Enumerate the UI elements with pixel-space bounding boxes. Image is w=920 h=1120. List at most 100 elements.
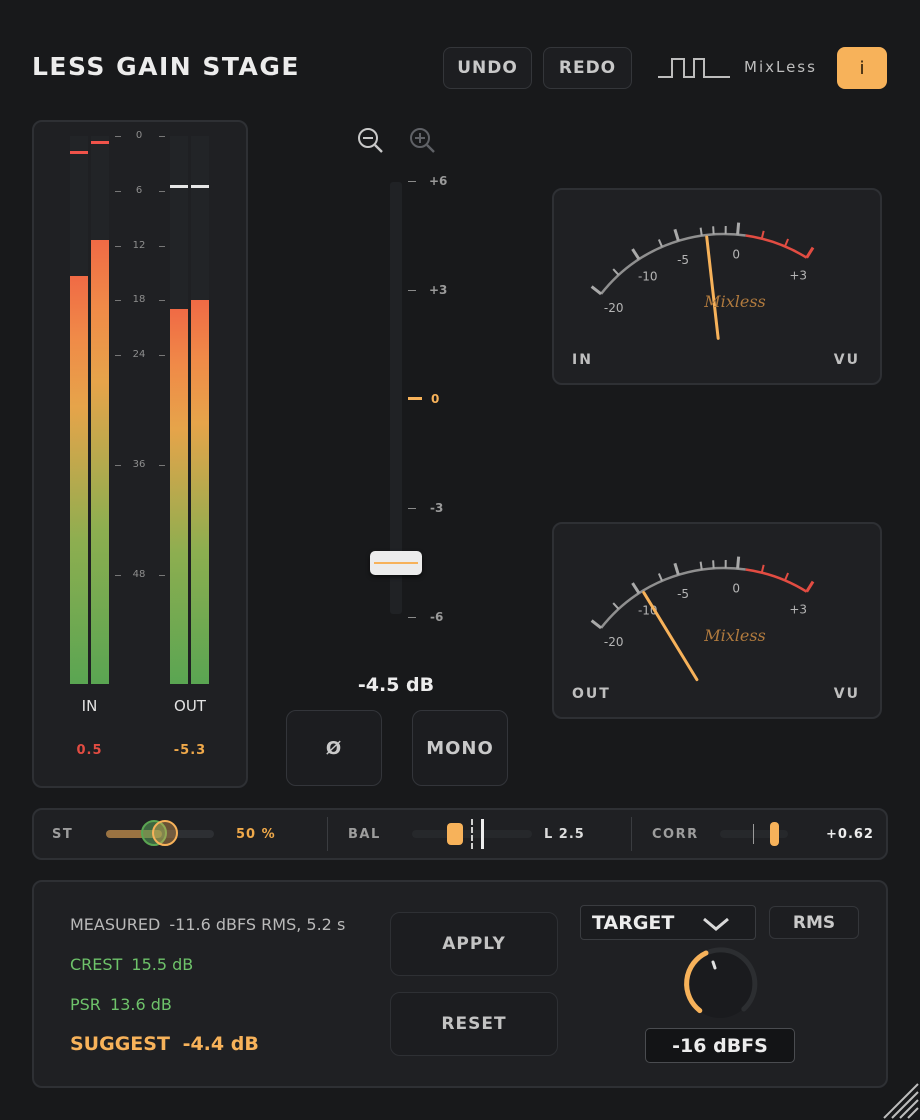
out-left-peak-hold [170,185,188,189]
vu-tick [612,602,620,610]
undo-button[interactable]: UNDO [443,47,532,89]
target-knob[interactable] [678,944,762,1024]
scale-tick [115,246,121,247]
fader-tick [408,290,416,291]
square-wave-logo-icon [658,58,730,78]
crest-label: CREST [70,955,123,974]
vu-red-zone-arc [745,234,808,259]
in-left-peak-hold [70,150,88,154]
vu-tick [805,580,815,593]
in-left-meter [70,136,88,684]
vu-tick-label: +3 [789,268,807,282]
psr-label: PSR [70,995,101,1014]
scale-tick [115,300,121,301]
gain-fader-track[interactable] [390,182,402,614]
measured-label: MEASURED [70,915,161,934]
correlation-indicator [770,822,779,846]
vu-tick [631,248,641,260]
scale-label: 18 [132,294,146,305]
vu-tick [736,222,741,235]
vu-scale-arc [600,566,746,629]
fader-label: +3 [429,283,448,297]
target-dropdown[interactable]: TARGET [580,905,756,940]
vu-tick [736,556,741,569]
vu-tick [805,246,815,259]
balance-label: BAL [348,827,381,842]
vu-tick [760,564,765,573]
scale-label: 24 [132,349,146,360]
target-value-field[interactable]: -16 dBFS [645,1028,795,1063]
vu-needle [705,235,720,340]
fader-handle-line [374,561,418,564]
vu-out-logo: Mixless [704,626,766,645]
stereo-width-knob[interactable] [152,820,178,846]
reset-button[interactable]: RESET [390,992,558,1056]
in-left-level [70,275,88,684]
vu-tick-label: -5 [677,253,689,267]
vu-tick-label: 0 [732,248,740,262]
vu-red-zone-arc [745,568,808,593]
vu-tick-label: 0 [732,582,740,596]
phase-invert-button[interactable]: Ø [286,710,382,786]
scale-label: 0 [135,130,143,141]
correlation-value: +0.62 [826,827,874,842]
vu-meter-in: -20 -10 -5 0 +3 Mixless IN VU [552,188,882,385]
vu-tick [699,227,703,236]
crest-readout: CREST 15.5 dB [70,955,193,974]
info-button[interactable]: i [837,47,887,89]
scale-tick [115,191,121,192]
balance-center-mark [471,819,473,849]
fader-zero-tick [408,397,422,400]
strip-divider [327,817,328,851]
vu-tick [612,268,620,276]
resize-handle-icon[interactable] [880,1080,920,1120]
vu-in-label: IN [572,352,593,368]
gain-fader-handle[interactable] [370,550,422,575]
in-right-meter [91,136,109,684]
vu-tick [657,573,663,582]
vu-tick [673,562,680,576]
redo-button[interactable]: REDO [543,47,632,89]
out-left-meter [170,136,188,684]
vu-tick [712,560,715,569]
vu-tick [712,226,715,235]
fader-label: -3 [430,501,444,515]
brand-name: MixLess [744,58,817,76]
vu-tick [657,239,663,248]
gain-value: -4.5 dB [357,674,435,696]
app-title: LESS GAIN STAGE [32,52,300,81]
scale-label: 48 [132,569,146,580]
vu-tick [784,572,790,581]
measured-value: -11.6 dBFS RMS, 5.2 s [169,915,346,934]
correlation-center-mark [753,824,754,844]
psr-value: 13.6 dB [110,995,172,1014]
scale-tick [115,355,121,356]
fader-tick [408,617,416,618]
out-right-level [191,300,209,684]
stereo-width-label: ST [52,827,74,842]
vu-tick-label: +3 [789,602,807,616]
fader-label: 0 [431,392,440,406]
scale-tick [159,300,165,301]
zoom-in-icon[interactable] [408,126,436,154]
scale-label: 6 [135,185,143,196]
apply-button[interactable]: APPLY [390,912,558,976]
zoom-out-icon[interactable] [356,126,384,154]
balance-position-mark [481,819,484,849]
mono-button[interactable]: MONO [412,710,508,786]
rms-mode-button[interactable]: RMS [769,906,859,939]
suggest-label: SUGGEST [70,1033,170,1055]
scale-tick [159,136,165,137]
psr-readout: PSR 13.6 dB [70,995,172,1014]
fader-tick [408,508,416,509]
strip-divider [631,817,632,851]
target-dropdown-label: TARGET [592,912,675,934]
vu-tick-label: -10 [638,270,658,284]
scale-label: 36 [132,459,146,470]
balance-handle[interactable] [447,823,463,845]
scale-tick [159,465,165,466]
out-right-peak-hold [191,185,209,189]
stereo-width-value: 50 % [236,827,276,842]
scale-tick [115,136,121,137]
vu-out-label: OUT [572,686,611,702]
